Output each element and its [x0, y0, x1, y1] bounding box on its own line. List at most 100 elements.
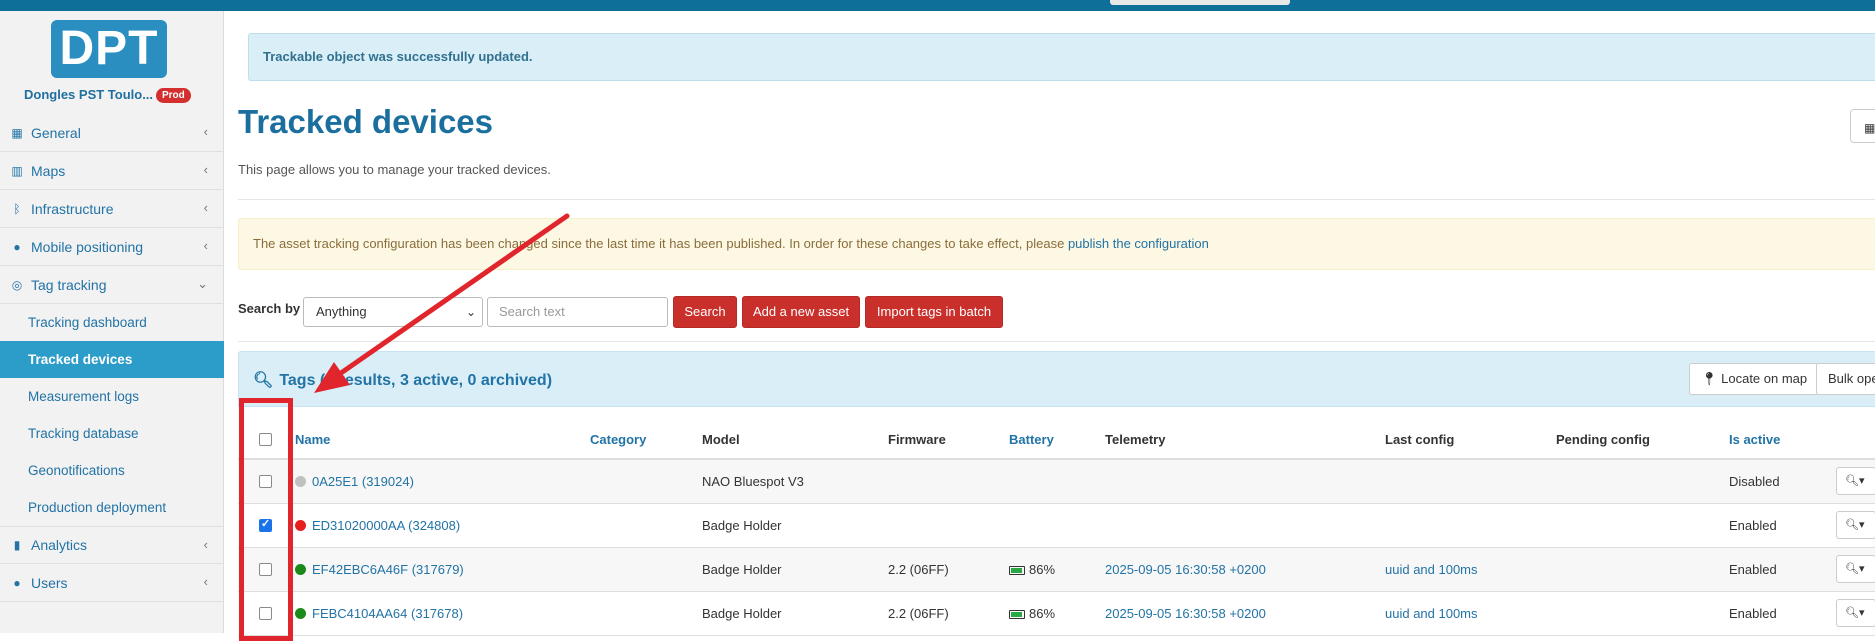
sidebar-item-label: Tag tracking	[31, 276, 107, 293]
name-header[interactable]: Name	[295, 421, 590, 460]
sidebar-item-label: General	[31, 124, 81, 141]
target-icon: ◎	[11, 277, 23, 292]
site-name[interactable]: Dongles PST Toulo...	[24, 87, 153, 102]
actions-cell: 🔍︎▾	[1836, 591, 1875, 636]
model-cell: Badge Holder	[702, 547, 888, 592]
sidebar-item-mobile-positioning[interactable]: ● Mobile positioning ‹	[0, 228, 224, 266]
telemetry-cell	[1105, 503, 1385, 548]
chevron-left-icon: ‹	[203, 238, 208, 253]
model-header: Model	[702, 421, 888, 460]
table-header-row: Name Category Model Firmware Battery Tel…	[238, 421, 1875, 460]
device-link[interactable]: FEBC4104AA64 (317678)	[312, 606, 463, 621]
zoom-icon: 🔍︎▾	[1845, 519, 1865, 531]
name-cell: 0A25E1 (319024)	[295, 459, 590, 504]
category-cell	[590, 591, 702, 636]
search-button[interactable]: Search	[673, 296, 737, 328]
sidebar-item-general[interactable]: ▦ General ‹	[0, 114, 224, 152]
zoom-icon: 🔍︎▾	[1845, 563, 1865, 575]
is-active-cell: Disabled	[1729, 459, 1836, 504]
bluetooth-icon: ᛒ	[13, 201, 21, 216]
pending-config-cell	[1556, 459, 1729, 504]
sidebar-item-label: Infrastructure	[31, 200, 114, 217]
actions-cell: 🔍︎▾	[1836, 503, 1875, 548]
table-row: FEBC4104AA64 (317678) Badge Holder 2.2 (…	[238, 591, 1875, 636]
row-actions-button[interactable]: 🔍︎▾	[1836, 511, 1875, 539]
chevron-left-icon: ‹	[203, 200, 208, 215]
chevron-down-icon: ⌄	[197, 276, 208, 291]
category-header[interactable]: Category	[590, 421, 702, 460]
is-active-cell: Enabled	[1729, 503, 1836, 548]
telemetry-cell: 2025-09-05 16:30:58 +0200	[1105, 591, 1385, 636]
battery-cell: 86%	[1009, 547, 1105, 592]
status-dot	[295, 563, 306, 575]
sidebar-item-label: Mobile positioning	[31, 238, 144, 255]
model-cell: Badge Holder	[702, 503, 888, 548]
sidebar-item-users[interactable]: ● Users ‹	[0, 564, 224, 602]
actions-cell: 🔍︎▾	[1836, 547, 1875, 592]
page-title: Tracked devices	[238, 103, 494, 140]
model-cell: Badge Holder	[702, 591, 888, 636]
pending-config-header: Pending config	[1556, 421, 1729, 460]
sidebar-subitem-measurement-logs[interactable]: Measurement logs	[0, 378, 224, 415]
sidebar-item-analytics[interactable]: ▮ Analytics ‹	[0, 526, 224, 564]
name-cell: EF42EBC6A46F (317679)	[295, 547, 590, 592]
map-icon: ▥	[11, 163, 23, 178]
annotation-highlight-box	[239, 398, 293, 641]
category-cell	[590, 503, 702, 548]
sidebar: DPT Dongles PST Toulo... Prod ▦ General …	[0, 11, 224, 633]
battery-icon	[1009, 609, 1025, 619]
actions-cell: 🔍︎▾	[1836, 459, 1875, 504]
top-bar	[0, 0, 1875, 11]
last-config-link[interactable]: uuid and 100ms	[1385, 562, 1478, 577]
sidebar-subitem-geonotifications[interactable]: Geonotifications	[0, 452, 224, 489]
sidebar-subitem-tracking-database[interactable]: Tracking database	[0, 415, 224, 452]
bulk-operations-button[interactable]: Bulk ope	[1816, 363, 1875, 395]
last-config-link[interactable]: uuid and 100ms	[1385, 606, 1478, 621]
sidebar-item-label: Maps	[31, 162, 66, 179]
search-icon: 🔍︎	[253, 372, 274, 389]
app-logo[interactable]: DPT	[51, 20, 167, 78]
sidebar-item-infrastructure[interactable]: ᛒ Infrastructure ‹	[0, 190, 224, 228]
telemetry-link[interactable]: 2025-09-05 16:30:58 +0200	[1105, 562, 1266, 577]
table-row: ED31020000AA (324808) Badge Holder Enabl…	[238, 503, 1875, 548]
locate-on-map-button[interactable]: 📍︎ Locate on map	[1689, 363, 1820, 395]
status-dot	[295, 475, 306, 487]
category-cell	[590, 459, 702, 504]
zoom-icon: 🔍︎▾	[1845, 607, 1865, 619]
device-link[interactable]: ED31020000AA (324808)	[312, 518, 460, 533]
row-actions-button[interactable]: 🔍︎▾	[1836, 467, 1875, 496]
chevron-left-icon: ‹	[203, 124, 208, 139]
name-cell: FEBC4104AA64 (317678)	[295, 591, 590, 636]
add-asset-button[interactable]: Add a new asset	[742, 296, 860, 328]
publish-configuration-link[interactable]: publish the configuration	[1068, 236, 1209, 251]
firmware-cell	[888, 459, 1009, 504]
divider	[238, 199, 1875, 200]
telemetry-header: Telemetry	[1105, 421, 1385, 460]
firmware-cell	[888, 503, 1009, 548]
sidebar-subitem-production-deployment[interactable]: Production deployment	[0, 489, 224, 526]
import-tags-button[interactable]: Import tags in batch	[865, 296, 1003, 328]
sidebar-item-maps[interactable]: ▥ Maps ‹	[0, 152, 224, 190]
telemetry-cell	[1105, 459, 1385, 504]
sidebar-nav: ▦ General ‹ ▥ Maps ‹ ᛒ Infrastructure ‹ …	[0, 114, 224, 602]
telemetry-cell: 2025-09-05 16:30:58 +0200	[1105, 547, 1385, 592]
telemetry-link[interactable]: 2025-09-05 16:30:58 +0200	[1105, 606, 1266, 621]
sidebar-item-label: Users	[31, 574, 68, 591]
status-dot	[295, 519, 306, 531]
sidebar-item-label: Analytics	[31, 537, 88, 553]
row-actions-button[interactable]: 🔍︎▾	[1836, 555, 1875, 583]
sidebar-item-tag-tracking[interactable]: ◎ Tag tracking ⌄	[0, 266, 224, 304]
device-link[interactable]: 0A25E1 (319024)	[312, 474, 414, 489]
battery-header[interactable]: Battery	[1009, 421, 1105, 460]
firmware-header: Firmware	[888, 421, 1009, 460]
view-toggle-button[interactable]: ▦	[1850, 109, 1875, 143]
sidebar-subitem-tracked-devices[interactable]: Tracked devices	[0, 341, 224, 378]
sidebar-subitem-tracking-dashboard[interactable]: Tracking dashboard	[0, 304, 224, 341]
is-active-header[interactable]: Is active	[1729, 421, 1836, 460]
device-link[interactable]: EF42EBC6A46F (317679)	[312, 562, 464, 577]
locate-on-map-label: Locate on map	[1721, 371, 1808, 386]
map-marker-icon: 📍︎	[1701, 371, 1722, 386]
grid-icon: ▦	[1864, 121, 1875, 135]
row-actions-button[interactable]: 🔍︎▾	[1836, 599, 1875, 627]
actions-header	[1836, 421, 1875, 460]
